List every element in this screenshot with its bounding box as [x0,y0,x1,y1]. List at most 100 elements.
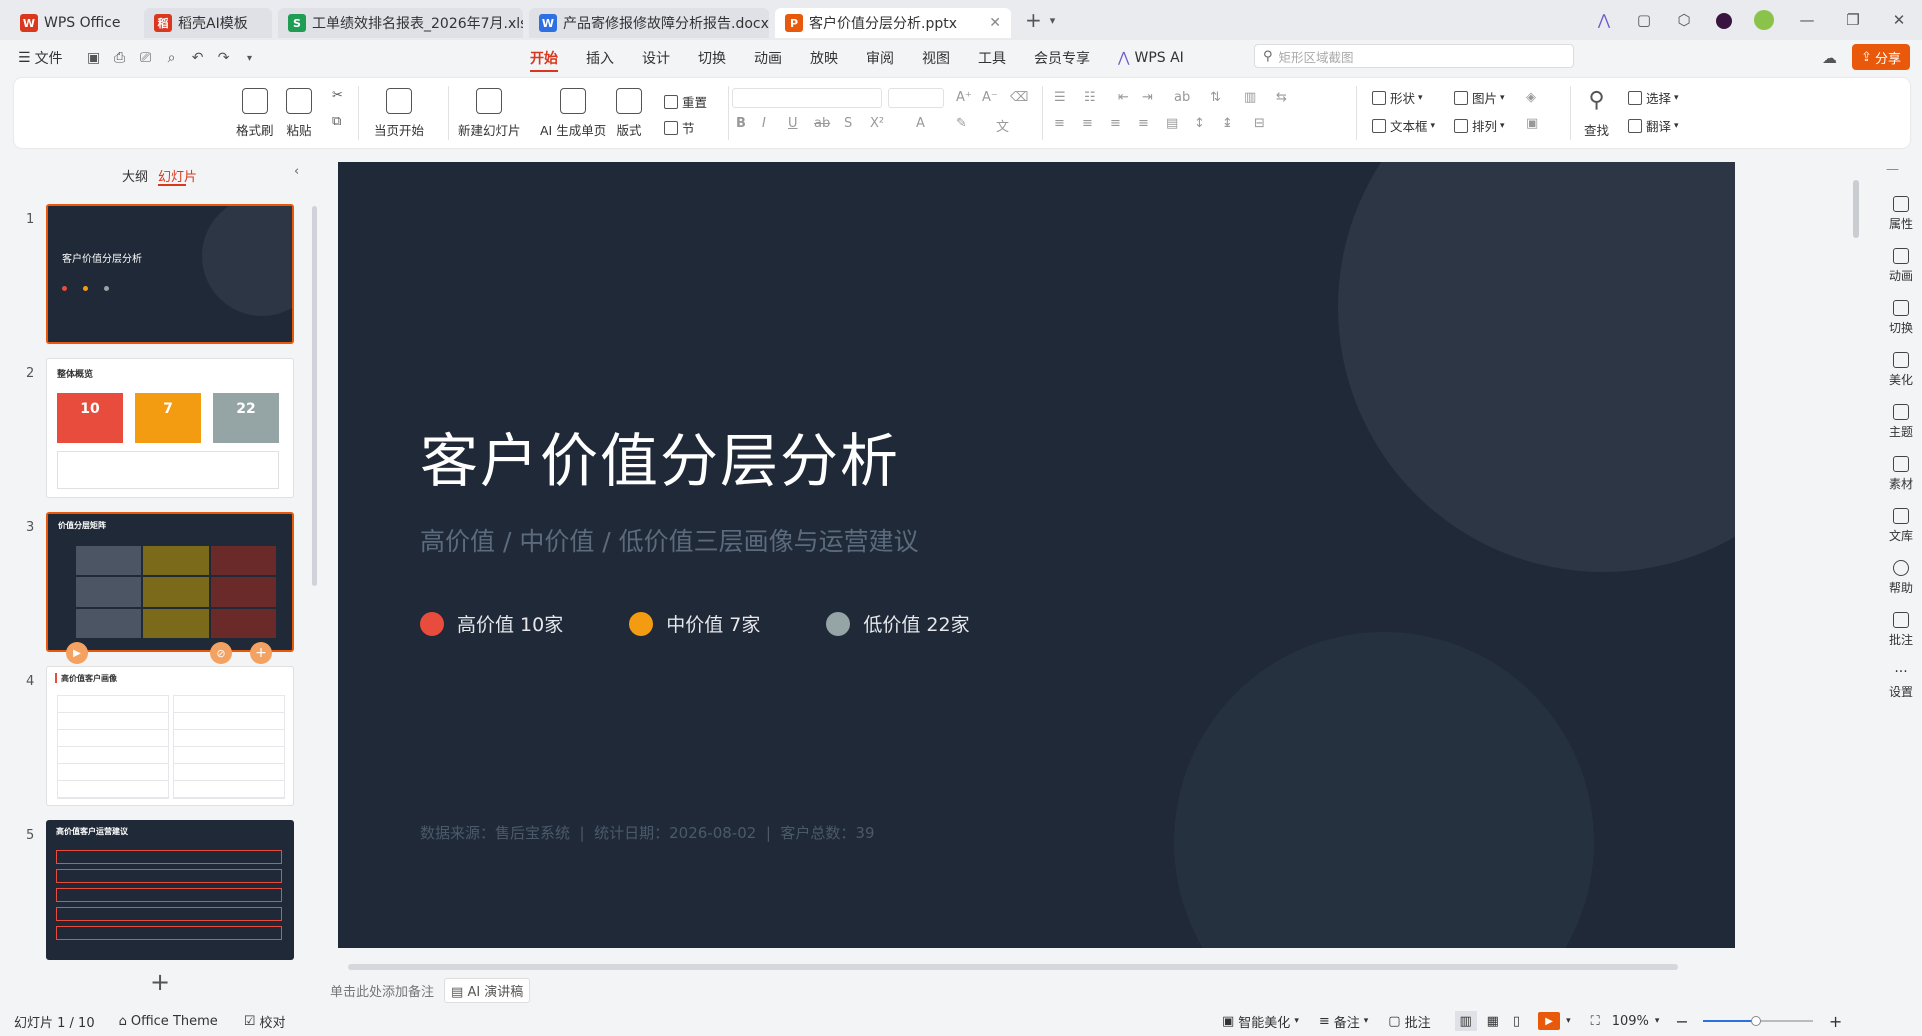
slideshow-play-icon[interactable]: ▶ [1538,1012,1561,1030]
vertical-align-icon[interactable]: ⊟ [1254,116,1265,131]
quick-access-more-icon[interactable]: ▾ [239,47,261,69]
reading-view-icon[interactable]: ▯ [1513,1014,1520,1029]
search-box[interactable]: ⚲ 矩形区域截图 [1254,44,1574,68]
thumbnail-scrollbar[interactable] [312,206,317,586]
reset-button[interactable]: 重置 [664,92,707,111]
fit-window-icon[interactable]: ⛶ [1591,1014,1600,1029]
sidebar-properties[interactable]: 属性 [1880,196,1922,232]
arrange-button[interactable]: 排列 ▾ [1454,116,1505,135]
strikethrough-icon[interactable]: ab [814,116,830,131]
picture-button[interactable]: 图片 ▾ [1454,88,1505,107]
ai-script-button[interactable]: ▤ AI 演讲稿 [444,978,531,1003]
select-button[interactable]: 选择 ▾ [1628,88,1679,107]
superscript-icon[interactable]: X² [870,116,884,131]
export-pdf-icon[interactable]: ⎙ [109,47,131,69]
undo-icon[interactable]: ↶ [187,47,209,69]
translate-button[interactable]: 翻译 ▾ [1628,116,1679,135]
ai-generate-slide-button[interactable]: AI 生成单页 [540,88,606,139]
clear-format-icon[interactable]: ⌫ [1010,90,1028,105]
shape-button[interactable]: 形状 ▾ [1372,88,1423,107]
hide-slide-icon[interactable]: ⊘ [210,642,232,664]
sidebar-help[interactable]: 帮助 [1880,560,1922,596]
menu-home[interactable]: 开始 [516,40,572,76]
proofread-button[interactable]: 校对 [259,1012,285,1031]
restore-icon[interactable]: ❐ [1830,11,1876,29]
ai-assistant-icon[interactable]: ⋀ [1584,11,1624,29]
slides-tab[interactable]: 幻灯片 [158,166,197,185]
shadow-icon[interactable]: S [844,116,852,131]
menu-member[interactable]: 会员专享 [1020,40,1104,76]
decrease-indent-icon[interactable]: ⇤ [1118,90,1129,105]
slide-thumbnail-5[interactable]: 高价值客户运营建议 [46,820,294,960]
box-icon[interactable]: ⬡ [1664,11,1704,29]
sidebar-transition[interactable]: 切换 [1880,300,1922,336]
sidebar-theme[interactable]: 主题 [1880,404,1922,440]
font-color-icon[interactable]: A [916,116,925,131]
sidebar-library[interactable]: 文库 [1880,508,1922,544]
tab-xlsx-file[interactable]: S 工单绩效排名报表_2026年7月.xlsx [278,8,523,38]
zoom-slider[interactable] [1702,1016,1813,1026]
paragraph-spacing-icon[interactable]: ↨ [1222,116,1233,131]
increase-font-icon[interactable]: A⁺ [956,90,972,105]
textbox-button[interactable]: 文本框 ▾ [1372,116,1435,135]
copy-icon[interactable]: ⧉ [332,114,341,129]
slide-subtitle[interactable]: 高价值 / 中价值 / 低价值三层画像与运营建议 [420,522,919,558]
play-from-current-button[interactable]: 当页开始 [374,88,424,139]
member-badge-icon[interactable] [1704,11,1744,29]
outline-icon[interactable]: ▣ [1526,116,1538,131]
horizontal-scrollbar[interactable] [348,964,1678,970]
highlight-icon[interactable]: ✎ [956,116,967,131]
slide-thumbnail-4[interactable]: 高价值客户画像 [46,666,294,806]
layout-button[interactable]: 版式 [616,88,642,139]
sidebar-comments[interactable]: 批注 [1880,612,1922,648]
slideshow-options-icon[interactable]: ▾ [1566,1016,1571,1026]
play-slide-icon[interactable]: ▶ [66,642,88,664]
slide-canvas[interactable]: 客户价值分层分析 高价值 / 中价值 / 低价值三层画像与运营建议 高价值 10… [338,162,1735,948]
section-button[interactable]: 节 [664,118,695,137]
sidebar-assets[interactable]: 素材 [1880,456,1922,492]
align-center-icon[interactable]: ≡ [1082,116,1093,131]
convert-icon[interactable]: ⇆ [1276,90,1287,105]
underline-icon[interactable]: U [788,116,798,131]
sidebar-beautify[interactable]: 美化 [1880,352,1922,388]
slide-footer[interactable]: 数据来源：售后宝系统 | 统计日期：2026-08-02 | 客户总数：39 [420,822,875,843]
close-window-icon[interactable]: ✕ [1876,11,1922,29]
menu-design[interactable]: 设计 [628,40,684,76]
tab-wps-office[interactable]: W WPS Office [10,8,138,38]
sidebar-settings[interactable]: ··· 设置 [1880,664,1922,700]
zoom-out-icon[interactable]: − [1675,1012,1688,1031]
save-icon[interactable]: ▣ [83,47,105,69]
smart-beautify-button[interactable]: 智能美化 [1238,1012,1290,1031]
slide-thumbnail-3[interactable]: 价值分层矩阵 [46,512,294,652]
find-button[interactable]: ⚲ 查找 [1584,88,1609,139]
menu-review[interactable]: 审阅 [852,40,908,76]
theme-name[interactable]: Office Theme [131,1014,218,1029]
window-layout-icon[interactable]: ▢ [1624,11,1664,29]
notes-placeholder[interactable]: 单击此处添加备注 [330,981,434,1000]
slide-thumbnail-1[interactable]: 客户价值分层分析 [46,204,294,344]
bold-icon[interactable]: B [736,116,746,131]
menu-view[interactable]: 视图 [908,40,964,76]
increase-indent-icon[interactable]: ⇥ [1142,90,1153,105]
zoom-level[interactable]: 109% [1612,1014,1649,1029]
columns-icon[interactable]: ▥ [1244,90,1256,105]
file-menu[interactable]: 文件 [35,48,63,68]
distribute-icon[interactable]: ▤ [1166,116,1178,131]
comments-toggle[interactable]: 批注 [1405,1012,1431,1031]
notes-toggle[interactable]: 备注 [1334,1012,1360,1031]
slide-thumbnail-2[interactable]: 整体概览 10 7 22 [46,358,294,498]
hamburger-icon[interactable]: ☰ [18,50,31,66]
menu-wps-ai[interactable]: ⋀ WPS AI [1104,40,1198,76]
char-spacing-icon[interactable]: 文 [996,116,1009,135]
menu-tools[interactable]: 工具 [964,40,1020,76]
fill-icon[interactable]: ◈ [1526,90,1536,105]
numbered-list-icon[interactable]: ☷ [1084,90,1096,105]
italic-icon[interactable]: I [762,116,766,131]
format-painter-button[interactable]: 格式刷 [236,88,274,139]
tab-docer-templates[interactable]: 稻 稻壳AI模板 [144,8,272,38]
new-slide-plus-icon[interactable]: + [150,968,170,996]
menu-animation[interactable]: 动画 [740,40,796,76]
cloud-sync-icon[interactable]: ☁ [1822,49,1837,67]
sidebar-animation[interactable]: 动画 [1880,248,1922,284]
collapse-right-icon[interactable]: — [1886,162,1899,177]
